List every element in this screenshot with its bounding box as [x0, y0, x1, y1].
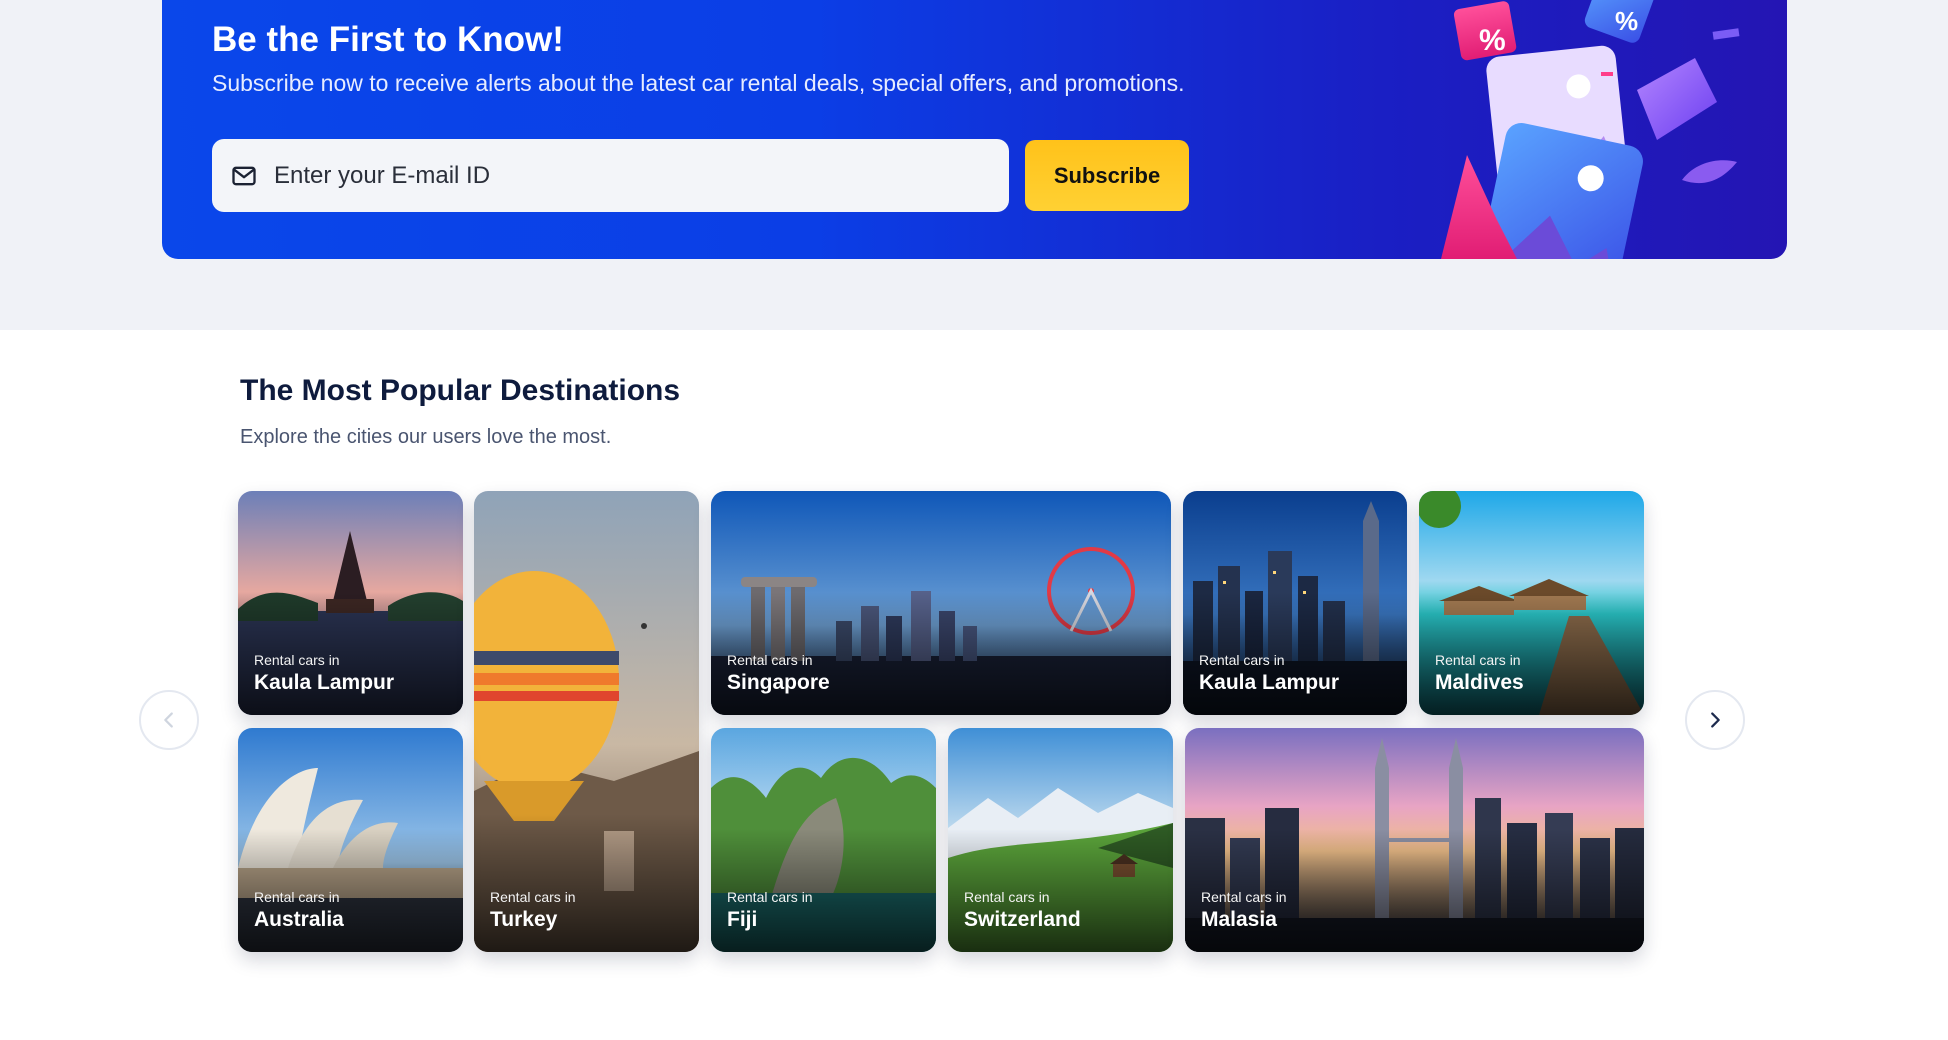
card-city: Singapore	[727, 671, 830, 694]
percent-tag: %	[1615, 6, 1638, 36]
card-prefix: Rental cars in	[727, 652, 813, 668]
mail-icon	[232, 166, 256, 185]
card-city: Kaula Lampur	[254, 671, 395, 694]
chevron-left-icon	[164, 712, 173, 728]
destination-card-maldives[interactable]: Rental cars in Maldives	[1419, 491, 1644, 715]
card-city: Australia	[254, 908, 344, 931]
banner-subtitle: Subscribe now to receive alerts about th…	[212, 70, 1185, 96]
percent-badge: %	[1479, 24, 1506, 57]
destination-card-fiji[interactable]: Rental cars in Fiji	[711, 728, 936, 952]
card-city: Malasia	[1201, 908, 1277, 931]
card-prefix: Rental cars in	[254, 652, 340, 668]
subscribe-button[interactable]: Subscribe	[1025, 140, 1189, 211]
newsletter-banner: Be the First to Know! Subscribe now to r…	[162, 0, 1787, 259]
card-city: Turkey	[490, 908, 558, 931]
card-prefix: Rental cars in	[1201, 889, 1287, 905]
destination-card-malasia[interactable]: Rental cars in Malasia	[1185, 728, 1644, 952]
card-prefix: Rental cars in	[964, 889, 1050, 905]
carousel-prev-button[interactable]	[139, 690, 199, 750]
chevron-right-icon	[1711, 712, 1720, 728]
card-prefix: Rental cars in	[727, 889, 813, 905]
card-prefix: Rental cars in	[1199, 652, 1285, 668]
destination-card-kaula-lampur[interactable]: Rental cars in Kaula Lampur	[238, 491, 463, 715]
banner-title: Be the First to Know!	[212, 20, 564, 59]
section-subtitle: Explore the cities our users love the mo…	[240, 426, 612, 448]
card-city: Maldives	[1435, 671, 1524, 694]
card-city: Fiji	[727, 908, 758, 931]
section-title: The Most Popular Destinations	[240, 374, 681, 407]
card-city: Kaula Lampur	[1199, 671, 1340, 694]
card-prefix: Rental cars in	[1435, 652, 1521, 668]
card-city: Switzerland	[964, 908, 1081, 931]
destination-card-singapore[interactable]: Rental cars in Singapore	[711, 491, 1171, 715]
card-prefix: Rental cars in	[490, 889, 576, 905]
destination-card-australia[interactable]: Rental cars in Australia	[238, 728, 463, 952]
promo-illustration: % %	[1441, 0, 1740, 259]
email-field[interactable]	[212, 139, 1009, 212]
destination-card-switzerland[interactable]: Rental cars in Switzerland	[948, 728, 1173, 952]
email-input[interactable]	[274, 161, 974, 190]
carousel-next-button[interactable]	[1685, 690, 1745, 750]
destination-card-turkey[interactable]: Rental cars in Turkey	[474, 491, 699, 952]
destination-card-kaula-lampur-city[interactable]: Rental cars in Kaula Lampur	[1183, 491, 1407, 715]
card-prefix: Rental cars in	[254, 889, 340, 905]
